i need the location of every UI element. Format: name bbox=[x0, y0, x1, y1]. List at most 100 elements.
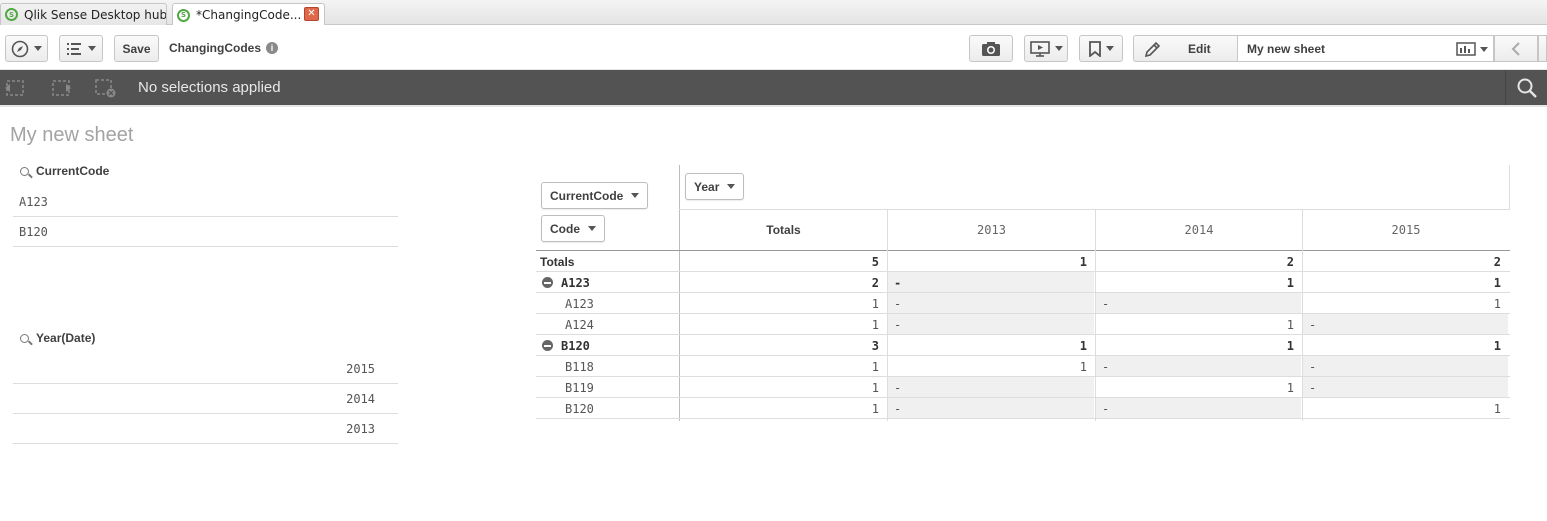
global-menu-button[interactable] bbox=[59, 35, 103, 62]
snapshot-button[interactable] bbox=[969, 35, 1013, 62]
list-item[interactable]: 2015 bbox=[13, 354, 398, 384]
value-cell: 2 bbox=[871, 275, 879, 290]
table-row-label[interactable]: B118 bbox=[536, 356, 679, 377]
table-row-label[interactable]: B120 bbox=[536, 398, 679, 419]
app-name: ChangingCodes i bbox=[169, 41, 278, 55]
app-toolbar: Save ChangingCodes i Edit My new sheet bbox=[0, 25, 1547, 70]
pivot-table: CurrentCode Code Year Totals 2013 2014 2… bbox=[536, 165, 1510, 421]
value-cell: 1 bbox=[1286, 338, 1294, 353]
sheet-title: My new sheet bbox=[10, 124, 134, 146]
pencil-icon bbox=[1144, 41, 1161, 57]
divider bbox=[0, 105, 1547, 107]
next-sheet-button[interactable] bbox=[1538, 35, 1547, 62]
row-group[interactable]: B120 bbox=[536, 335, 679, 356]
null-cell: - bbox=[888, 314, 1094, 335]
value-cell: 1 bbox=[871, 296, 879, 311]
search-icon[interactable] bbox=[20, 166, 29, 176]
list-item[interactable]: 2013 bbox=[13, 414, 398, 444]
chevron-down-icon bbox=[34, 46, 42, 51]
null-cell: - bbox=[1303, 356, 1508, 377]
row-group-label: A123 bbox=[561, 275, 590, 290]
info-icon[interactable]: i bbox=[266, 42, 278, 54]
null-cell: - bbox=[1303, 314, 1508, 335]
value-cell: 1 bbox=[871, 380, 879, 395]
column-header-2013[interactable]: 2013 bbox=[888, 210, 1095, 250]
edit-button[interactable]: Edit bbox=[1133, 35, 1237, 62]
qlik-icon: S bbox=[5, 8, 18, 21]
value-cell: 3 bbox=[871, 338, 879, 353]
value-cell: 1 bbox=[1286, 275, 1294, 290]
selections-bar: No selections applied bbox=[0, 70, 1547, 105]
collapse-icon[interactable] bbox=[542, 340, 553, 351]
chevron-down-icon bbox=[87, 46, 96, 51]
filter-title-year[interactable]: Year(Date) bbox=[20, 331, 95, 345]
bookmark-icon bbox=[1088, 40, 1101, 57]
chevron-down-icon[interactable] bbox=[1480, 47, 1488, 52]
chevron-down-icon bbox=[727, 184, 736, 189]
dimension-label: CurrentCode bbox=[550, 188, 624, 203]
chevron-left-icon bbox=[1511, 41, 1520, 56]
bookmark-button[interactable] bbox=[1079, 35, 1123, 62]
close-icon[interactable]: ✕ bbox=[304, 7, 319, 21]
step-forward-icon[interactable] bbox=[50, 78, 72, 98]
value-cell: 1 bbox=[1286, 317, 1294, 332]
search-button[interactable] bbox=[1505, 70, 1547, 105]
table-row-label[interactable]: B119 bbox=[536, 377, 679, 398]
null-cell: - bbox=[888, 377, 1094, 398]
story-button[interactable] bbox=[1024, 35, 1068, 62]
filter-title-label: Year(Date) bbox=[36, 331, 96, 345]
qlik-icon: S bbox=[177, 8, 190, 22]
list-item-label: 2015 bbox=[346, 361, 375, 376]
column-header-2014[interactable]: 2014 bbox=[1096, 210, 1302, 250]
list-item-label: B120 bbox=[19, 224, 48, 239]
value-cell: 1 bbox=[1079, 338, 1087, 353]
search-icon bbox=[1517, 78, 1537, 98]
dimension-code-button[interactable]: Code bbox=[541, 215, 605, 242]
tab-label: *ChangingCode... bbox=[196, 8, 302, 22]
value-cell: 2 bbox=[1286, 254, 1294, 269]
list-item-label: A123 bbox=[19, 194, 48, 209]
save-button[interactable]: Save bbox=[114, 35, 159, 62]
tab-qlik-hub[interactable]: S Qlik Sense Desktop hub bbox=[0, 3, 167, 25]
presentation-icon bbox=[1029, 40, 1050, 57]
dimension-year-button[interactable]: Year bbox=[685, 173, 745, 200]
null-cell: - bbox=[1096, 398, 1301, 419]
value-cell: 5 bbox=[871, 254, 879, 269]
camera-icon bbox=[982, 41, 1000, 56]
tab-changingcodes[interactable]: S *ChangingCode... ✕ bbox=[172, 3, 325, 26]
value-cell: 1 bbox=[871, 317, 879, 332]
column-header-totals: Totals bbox=[766, 223, 801, 237]
table-row-label[interactable]: A123 bbox=[536, 293, 679, 314]
table-row-label[interactable]: A124 bbox=[536, 314, 679, 335]
value-cell: 1 bbox=[1493, 275, 1501, 290]
value-cell: 1 bbox=[1493, 338, 1501, 353]
value-cell: 1 bbox=[871, 359, 879, 374]
list-item-label: 2014 bbox=[346, 391, 375, 406]
list-item[interactable]: A123 bbox=[13, 187, 398, 217]
sheet-selector[interactable]: My new sheet bbox=[1237, 35, 1494, 62]
filter-title-label: CurrentCode bbox=[36, 164, 110, 178]
null-cell: - bbox=[1096, 293, 1301, 314]
null-cell: - bbox=[888, 398, 1094, 419]
search-icon[interactable] bbox=[20, 333, 29, 343]
dimension-label: Year bbox=[694, 179, 720, 194]
clear-selections-icon[interactable] bbox=[94, 78, 116, 98]
list-menu-icon bbox=[66, 42, 81, 55]
row-group[interactable]: A123 bbox=[536, 272, 679, 293]
app-name-label: ChangingCodes bbox=[169, 41, 261, 55]
null-cell: - bbox=[1303, 377, 1508, 398]
collapse-icon[interactable] bbox=[542, 277, 553, 288]
divider bbox=[536, 418, 1510, 419]
sheets-icon[interactable] bbox=[1456, 42, 1478, 56]
step-back-icon[interactable] bbox=[4, 78, 26, 98]
list-item[interactable]: B120 bbox=[13, 217, 398, 247]
column-header-2015[interactable]: 2015 bbox=[1303, 210, 1509, 250]
list-item-label: 2013 bbox=[346, 421, 375, 436]
previous-sheet-button[interactable] bbox=[1494, 35, 1538, 62]
navigation-button[interactable] bbox=[5, 35, 48, 62]
dimension-currentcode-button[interactable]: CurrentCode bbox=[541, 182, 649, 209]
filter-title-currentcode[interactable]: CurrentCode bbox=[20, 164, 109, 178]
chevron-down-icon bbox=[1054, 46, 1063, 51]
list-item[interactable]: 2014 bbox=[13, 384, 398, 414]
value-cell: 1 bbox=[1493, 296, 1501, 311]
